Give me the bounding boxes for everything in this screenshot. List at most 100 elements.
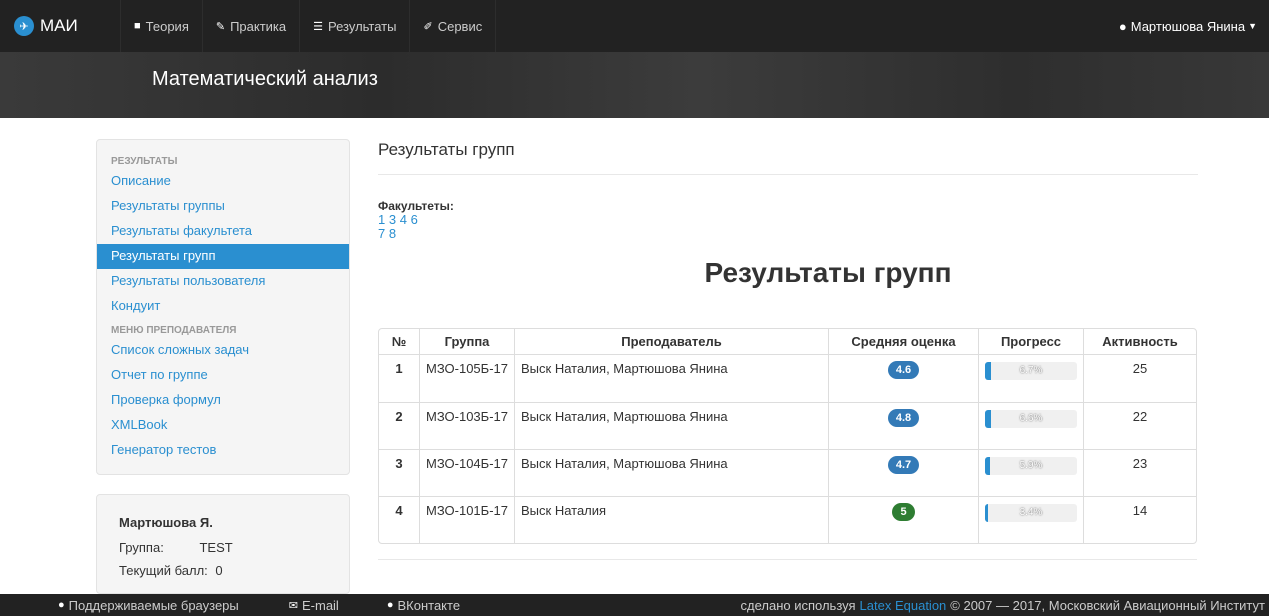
row-num: 3 (379, 449, 419, 496)
teacher-cell: Выск Наталия, Мартюшова Янина (514, 449, 828, 496)
sidebar-item-description[interactable]: Описание (97, 169, 349, 194)
main-content: Результаты групп Факультеты: 1 3 4 6 7 8… (378, 140, 1198, 560)
progress-text: 6.7% (1019, 365, 1043, 376)
footer-credits: сделано используя Latex Equation © 2007 … (741, 594, 1266, 616)
book-icon: ■ (134, 20, 141, 32)
progress-text: 6.6% (1019, 413, 1043, 424)
course-banner: Математический анализ (0, 52, 1269, 118)
group-link[interactable]: МЗО-101Б-17 (419, 496, 514, 543)
group-value: TEST (199, 540, 233, 555)
progress-cell: 6.7% (978, 355, 1083, 402)
nav-item-theory[interactable]: ■ Теория (120, 0, 203, 52)
header-score: Средняя оценка (828, 329, 978, 355)
teacher-cell: Выск Наталия (514, 496, 828, 543)
group-link[interactable]: МЗО-104Б-17 (419, 449, 514, 496)
faculty-links: 1 3 4 6 7 8 (378, 213, 458, 241)
progress-bar: 6.6% (985, 410, 1077, 428)
row-num: 1 (395, 361, 403, 376)
activity-cell: 14 (1083, 496, 1196, 543)
progress-cell: 5.9% (978, 449, 1083, 496)
list-icon: ☰ (313, 20, 324, 33)
nav-item-label: Результаты (328, 18, 397, 34)
row-num: 4 (379, 496, 419, 543)
nav-item-label: Теория (145, 18, 189, 34)
sidebar-item-faculty-results[interactable]: Результаты факультета (97, 219, 349, 244)
copyright-label: © 2007 — 2017, Московский Авиационный Ин… (950, 597, 1265, 613)
sidebar-header-results: РЕЗУЛЬТАТЫ (111, 156, 178, 167)
pencil-icon: ✎ (215, 20, 226, 33)
nav-item-practice[interactable]: ✎ Практика (203, 0, 301, 52)
nav-item-label: Практика (230, 18, 287, 34)
sidebar-item-hard-tasks[interactable]: Список сложных задач (97, 338, 349, 363)
nav-item-results[interactable]: ☰ Результаты (300, 0, 411, 52)
results-table: № Группа Преподаватель Средняя оценка Пр… (378, 328, 1197, 544)
divider (378, 559, 1197, 560)
footer: ● Поддерживаемые браузеры ✉ E-mail ● ВКо… (0, 594, 1269, 616)
faculty-link-3[interactable]: 3 (389, 212, 396, 227)
header-progress: Прогресс (978, 329, 1083, 355)
sidebar-item-groups-results[interactable]: Результаты групп (97, 244, 349, 269)
sidebar-item-user-results[interactable]: Результаты пользователя (97, 269, 349, 294)
vk-link[interactable]: ● ВКонтакте (387, 598, 460, 613)
envelope-icon: ✉ (288, 599, 298, 612)
header-num: № (379, 329, 419, 355)
score-cell: 4.8 (828, 402, 978, 449)
page-title: Результаты групп (378, 140, 1198, 175)
header-activity: Активность (1083, 329, 1196, 355)
globe-icon: ● (58, 599, 65, 611)
progress-bar: 3.4% (985, 504, 1077, 522)
sidebar: РЕЗУЛЬТАТЫ Описание Результаты группы Ре… (96, 139, 350, 475)
supported-browsers-link[interactable]: ● Поддерживаемые браузеры (58, 598, 239, 613)
results-heading: Результаты групп (704, 257, 952, 288)
progress-cell: 6.6% (978, 402, 1083, 449)
user-group-row: Группа: TEST (119, 540, 327, 555)
group-link[interactable]: МЗО-105Б-17 (419, 355, 514, 402)
user-menu[interactable]: ● Мартюшова Янина ▼ (1119, 0, 1257, 52)
course-title: Математический анализ (152, 68, 378, 90)
progress-bar: 6.7% (985, 362, 1077, 380)
sidebar-item-group-results[interactable]: Результаты группы (97, 194, 349, 219)
teacher-cell: Выск Наталия, Мартюшова Янина (514, 402, 828, 449)
score-badge: 4.6 (887, 361, 920, 379)
score-badge: 4.7 (887, 456, 920, 474)
score-badge: 5 (892, 503, 915, 521)
faculty-link-4[interactable]: 4 (400, 212, 407, 227)
header-teacher: Преподаватель (514, 329, 828, 355)
header-group: Группа (419, 329, 514, 355)
sidebar-item-xmlbook[interactable]: XMLBook (97, 413, 349, 438)
sidebar-item-conduit[interactable]: Кондуит (97, 294, 349, 319)
table-header-row: № Группа Преподаватель Средняя оценка Пр… (379, 329, 1196, 355)
user-name: Мартюшова Янина (1130, 18, 1246, 34)
user-info-box: Мартюшова Я. Группа: TEST Текущий балл: … (96, 494, 350, 594)
faculty-link-8[interactable]: 8 (389, 226, 396, 241)
brand-link[interactable]: ✈ МАИ (0, 0, 120, 52)
latex-equation-link[interactable]: Latex Equation (860, 598, 947, 613)
faculty-link-6[interactable]: 6 (411, 212, 418, 227)
made-with-label: сделано используя (740, 597, 856, 613)
progress-text: 5.9% (1019, 460, 1043, 471)
progress-text: 3.4% (1019, 507, 1043, 518)
sidebar-item-formula-check[interactable]: Проверка формул (97, 388, 349, 413)
nav-item-service[interactable]: ✐ Сервис (410, 0, 497, 52)
faculty-link-7[interactable]: 7 (378, 226, 385, 241)
score-cell: 5 (828, 496, 978, 543)
nav-item-label: Сервис (437, 18, 483, 34)
mai-logo-icon: ✈ (14, 16, 34, 36)
score-cell: 4.7 (828, 449, 978, 496)
table-row: 3 МЗО-104Б-17 Выск Наталия, Мартюшова Янин… (379, 449, 1196, 496)
table-row: 2 МЗО-103Б-17 Выск Наталия, Мартюшова Янин… (379, 402, 1196, 449)
progress-cell: 3.4% (978, 496, 1083, 543)
table-row: 1 МЗО-105Б-17 Выск Наталия, Мартюшова Янин… (379, 355, 1196, 402)
group-label: Группа: (119, 540, 164, 555)
email-link[interactable]: ✉ E-mail (289, 598, 339, 613)
vk-label: ВКонтакте (397, 597, 461, 613)
score-label: Текущий балл: (119, 563, 208, 578)
sidebar-item-test-generator[interactable]: Генератор тестов (97, 438, 349, 463)
group-link[interactable]: МЗО-103Б-17 (419, 402, 514, 449)
wrench-icon: ✐ (423, 20, 433, 33)
user-score-row: Текущий балл: 0 (119, 563, 327, 578)
score-cell: 4.6 (828, 355, 978, 402)
activity-cell: 25 (1083, 355, 1196, 402)
sidebar-item-group-report[interactable]: Отчет по группе (97, 363, 349, 388)
faculty-link-1[interactable]: 1 (378, 212, 385, 227)
